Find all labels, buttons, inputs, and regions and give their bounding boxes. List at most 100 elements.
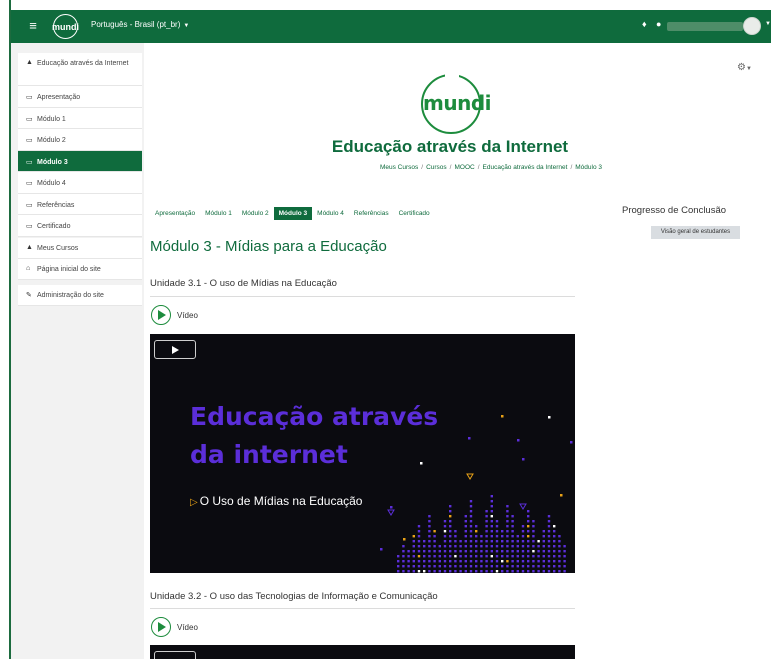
equalizer-dot [485,525,488,528]
drawer-item[interactable]: ▭ Módulo 1 [18,108,142,129]
drawer-item[interactable]: ▭ Referências [18,194,142,215]
hamburger-menu-icon[interactable]: ≡ [26,18,40,33]
tab-m-dulo-1[interactable]: Módulo 1 [200,207,237,220]
language-selector[interactable]: Português - Brasil (pt_br) ▼ [91,20,189,29]
video-play-button[interactable] [154,340,196,359]
tab-m-dulo-2[interactable]: Módulo 2 [237,207,274,220]
equalizer-dot [537,555,540,558]
drawer-item[interactable]: ▭ Apresentação [18,86,142,108]
equalizer-dot [532,570,535,573]
equalizer-dot [485,510,488,513]
language-label: Português - Brasil (pt_br) [91,20,181,29]
drawer-item[interactable]: ▭ Módulo 3 [18,150,142,172]
equalizer-dot [501,570,504,573]
wrench-icon: ✎ [26,292,32,299]
equalizer-dot [495,545,499,548]
equalizer-dot [449,545,452,548]
equalizer-dot [443,545,447,548]
breadcrumb-link[interactable]: Cursos [426,164,447,171]
equalizer-dot [480,570,483,573]
equalizer-dot [443,520,447,523]
app-frame: ≡ mundi Português - Brasil (pt_br) ▼ ♦ ● … [0,0,771,659]
equalizer-dot [417,555,421,558]
tab-certificado[interactable]: Certificado [394,207,435,220]
drawer-item[interactable]: ▭ Certificado [18,215,142,237]
equalizer-dot [485,560,488,563]
equalizer-dot [521,565,525,568]
equalizer-dot [423,550,426,553]
equalizer-dot [449,520,452,523]
drawer-item[interactable]: ▭ Módulo 4 [18,172,142,194]
equalizer-dot [459,555,462,558]
drawer-item-label: Módulo 3 [37,158,68,166]
breadcrumb-link[interactable]: MOOC [454,164,474,171]
tab-m-dulo-4[interactable]: Módulo 4 [312,207,349,220]
equalizer-dot [469,520,473,523]
equalizer-dot [469,545,473,548]
student-overview-button[interactable]: Visão geral de estudantes [651,226,740,239]
equalizer-dot [527,555,530,558]
drawer-item[interactable]: ▭ Módulo 2 [18,129,142,151]
breadcrumb-link[interactable]: Módulo 3 [575,164,602,171]
course-settings-gear-icon[interactable]: ⚙▼ [737,62,752,73]
equalizer-dot [521,550,525,553]
equalizer-dot [511,530,514,533]
equalizer-dot [495,520,499,523]
equalizer-dot [563,550,566,553]
equalizer-dot [438,550,441,553]
tab-m-dulo-3[interactable]: Módulo 3 [273,206,313,220]
equalizer-dot [464,520,467,523]
user-avatar[interactable] [743,17,761,35]
tab-apresenta-o[interactable]: Apresentação [150,207,200,220]
breadcrumb-link[interactable]: Educação através da Internet [483,164,568,171]
equalizer-dot [506,535,509,538]
equalizer-dot [490,530,493,533]
equalizer-dot [469,505,473,508]
equalizer-dot [459,565,462,568]
drawer-item[interactable]: ▲ Educação através da Internet [18,53,142,86]
completion-progress-title: Progresso de Conclusão [622,205,727,216]
equalizer-dot [511,565,514,568]
video-player[interactable]: Educação através da internet ▷ O Uso de M… [150,334,575,573]
course-title: Educação através da Internet [331,137,569,156]
breadcrumb-link[interactable]: Meus Cursos [380,164,418,171]
equalizer-dot [527,530,530,533]
drawer-item[interactable]: ✎ Administração do site [18,285,142,306]
equalizer-dot [475,530,478,533]
equalizer-dot [464,535,467,538]
equalizer-dot [490,550,493,553]
drawer-item[interactable]: ⌂ Página inicial do site [18,259,142,280]
equalizer-dot [433,540,436,543]
equalizer-dot [527,550,530,553]
equalizer-dot [547,560,551,563]
equalizer-dot [469,555,473,558]
equalizer-dot [469,530,473,533]
folder-icon: ▭ [26,223,33,230]
user-name-redacted[interactable] [667,22,743,31]
mundi-logo[interactable]: mundi [52,14,79,39]
user-menu-chevron-down-icon[interactable]: ▼ [765,21,771,27]
equalizer-dot [438,555,441,558]
video-player-2[interactable] [150,645,575,659]
equalizer-dot [490,535,493,538]
equalizer-dot [469,535,473,538]
drawer-item-label: Administração do site [37,292,104,299]
unit-title: Unidade 3.2 - O uso das Tecnologias de I… [150,591,438,602]
equalizer-dot [407,550,410,553]
notifications-bell-icon[interactable]: ♦ [642,19,647,29]
equalizer-dot [459,560,462,563]
breadcrumb: Meus Cursos / Cursos / MOOC / Educação através… [379,164,602,171]
equalizer-dot [527,545,530,548]
drawer-item[interactable]: ▲ Meus Cursos [18,238,142,259]
video-activity-link[interactable]: Vídeo [151,305,198,325]
equalizer-dot [558,565,561,568]
tab-refer-ncias[interactable]: Referências [349,207,394,220]
video-activity-link[interactable]: Vídeo [151,617,198,637]
equalizer-dot [563,560,566,563]
equalizer-dot [501,565,504,568]
equalizer-dot [412,565,415,568]
equalizer-dot [558,555,561,558]
equalizer-dot [459,550,462,553]
video-play-button[interactable] [154,651,196,659]
messages-chat-icon[interactable]: ● [656,19,661,29]
